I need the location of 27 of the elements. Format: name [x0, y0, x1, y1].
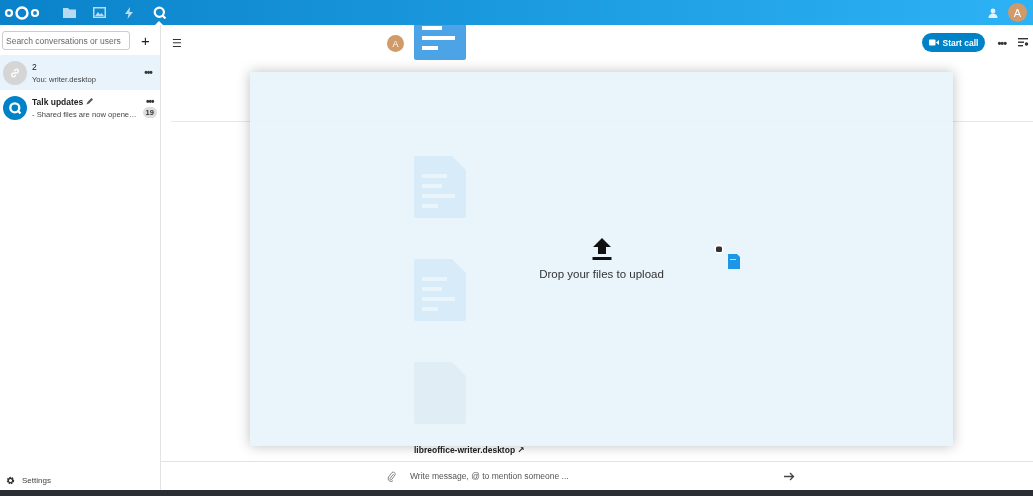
video-camera-icon — [928, 39, 939, 46]
file-name[interactable]: libreoffice-writer.desktop ↗ — [414, 445, 525, 457]
conversation-name: 2 — [32, 61, 37, 72]
search-field[interactable]: Search conversations or users — [2, 31, 130, 50]
talk-avatar-icon — [3, 95, 27, 120]
link-avatar-icon — [3, 60, 27, 85]
pencil-icon — [86, 98, 94, 105]
settings-icon — [6, 475, 15, 485]
image-icon — [92, 7, 106, 18]
chat-bubble-icon — [152, 6, 166, 19]
contacts-icon[interactable] — [988, 7, 999, 18]
new-conversation-button[interactable]: + — [136, 32, 155, 49]
settings-button[interactable]: Settings — [0, 474, 160, 490]
upload-icon — [591, 238, 612, 260]
conversation-name: Talk updates — [32, 96, 84, 107]
document-preview-icon[interactable] — [414, 25, 466, 60]
logo-icon — [4, 5, 40, 20]
drop-message: Drop your files to upload — [539, 268, 664, 280]
folder-icon — [62, 7, 76, 18]
message-input[interactable]: Write message, @ to mention someone ... — [408, 470, 772, 482]
paperclip-icon[interactable] — [387, 470, 396, 482]
grab-cursor-icon — [714, 244, 724, 254]
start-call-button[interactable]: Start call — [921, 33, 986, 52]
dragged-file-icon — [728, 254, 740, 269]
sidebar-toggle-icon[interactable] — [1018, 38, 1029, 47]
lightning-icon — [125, 6, 133, 19]
send-icon[interactable] — [784, 471, 795, 481]
